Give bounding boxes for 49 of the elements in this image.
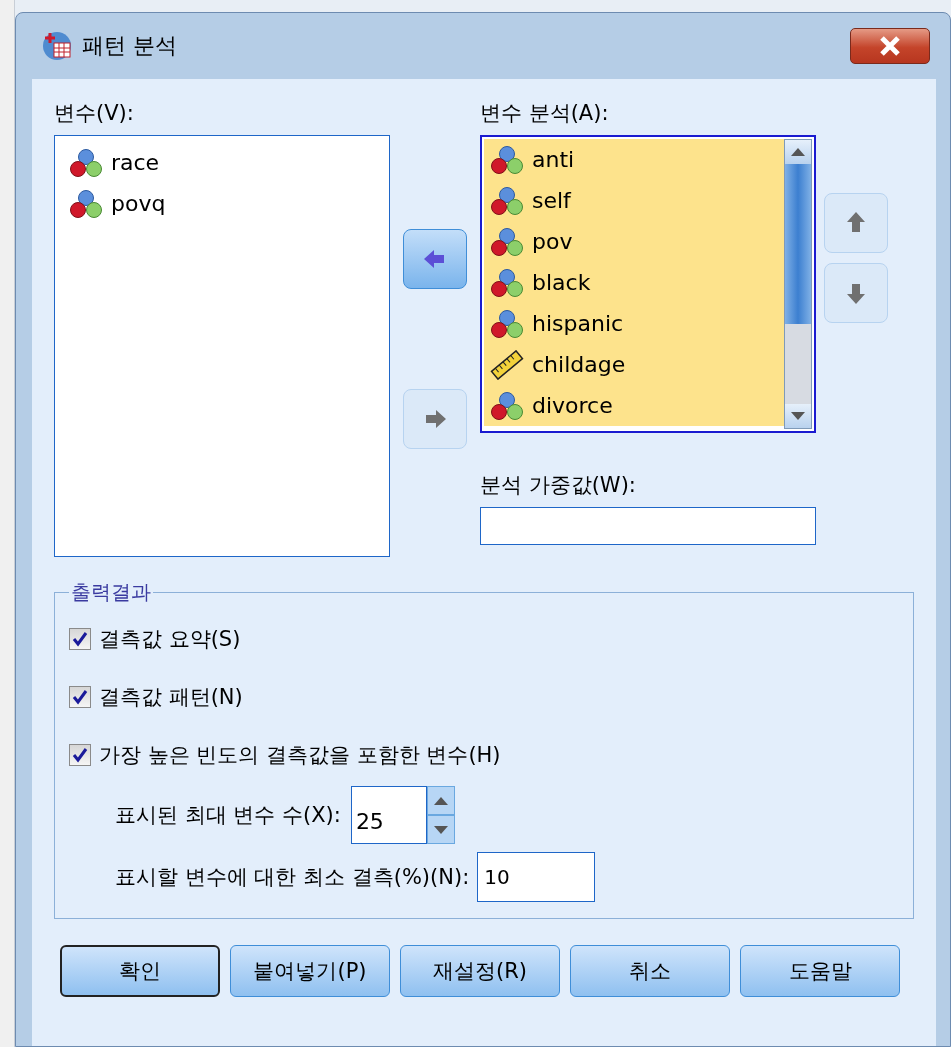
variable-item[interactable]: self xyxy=(484,180,784,221)
dialog-button[interactable]: 확인 xyxy=(60,945,220,997)
variable-item[interactable]: pov xyxy=(484,221,784,262)
variable-item[interactable]: anti xyxy=(484,139,784,180)
nominal-variable-icon xyxy=(490,144,524,175)
variable-item[interactable]: hispanic xyxy=(484,303,784,344)
checkbox[interactable] xyxy=(69,628,91,650)
variable-item[interactable]: childage xyxy=(484,344,784,385)
scrollbar[interactable] xyxy=(784,139,812,429)
group-title: 출력결과 xyxy=(70,579,152,606)
dialog-button[interactable]: 재설정(R) xyxy=(400,945,560,997)
checkbox[interactable] xyxy=(69,744,91,766)
nominal-variable-icon xyxy=(490,308,524,339)
field-label: 분석 가중값(W): xyxy=(480,472,637,499)
checkbox[interactable] xyxy=(69,686,91,708)
scroll-up-icon xyxy=(791,148,805,156)
scroll-up-icon xyxy=(433,796,448,805)
nominal-variable-icon xyxy=(69,147,103,178)
spin-down-button[interactable] xyxy=(426,815,455,844)
checkbox-label[interactable]: 가장 높은 빈도의 결측값을 포함한 변수(H) xyxy=(99,741,501,769)
checkbox-label[interactable]: 결측값 요약(S) xyxy=(99,625,241,653)
checkbox-label[interactable]: 결측값 패턴(N) xyxy=(99,683,243,711)
close-button[interactable] xyxy=(850,28,930,64)
nominal-variable-icon xyxy=(490,226,524,257)
nominal-variable-icon xyxy=(69,188,103,219)
nominal-variable-icon xyxy=(490,267,524,298)
close-icon xyxy=(879,36,901,56)
list-label: 변수(V): xyxy=(54,100,135,127)
variable-item[interactable]: divorce xyxy=(484,385,784,426)
scroll-down-icon xyxy=(791,412,805,420)
field-label: 표시된 최대 변수 수(X): xyxy=(115,802,341,829)
scroll-down-icon xyxy=(433,825,448,834)
field-label: 표시할 변수에 대한 최소 결측(%)(N): xyxy=(115,864,470,891)
variable-item[interactable]: black xyxy=(484,262,784,303)
weight-field[interactable] xyxy=(480,507,816,545)
dialog-button[interactable]: 취소 xyxy=(570,945,730,997)
dialog-button[interactable]: 붙여넣기(P) xyxy=(230,945,390,997)
window-title: 패턴 분석 xyxy=(82,32,178,60)
nominal-variable-icon xyxy=(490,185,524,216)
dialog-button[interactable]: 도움말 xyxy=(740,945,900,997)
variable-item[interactable]: race xyxy=(63,142,381,183)
percent-field[interactable]: 10 xyxy=(477,852,596,902)
list-label: 변수 분석(A): xyxy=(480,100,610,127)
variable-item[interactable]: povq xyxy=(63,183,381,224)
number-field[interactable]: 25 xyxy=(350,786,427,844)
table-icon xyxy=(42,31,72,61)
nominal-variable-icon xyxy=(490,390,524,421)
spin-up-button[interactable] xyxy=(426,786,455,815)
move-button[interactable] xyxy=(403,229,467,289)
